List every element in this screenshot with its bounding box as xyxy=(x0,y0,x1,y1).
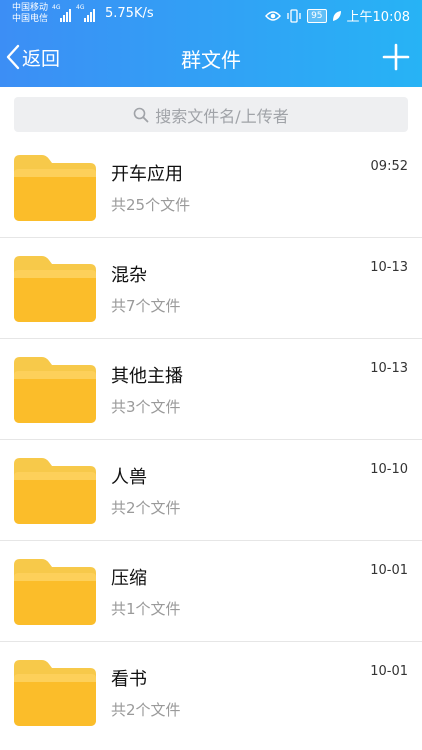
signal-icon-2: 4G xyxy=(76,4,95,22)
folder-time: 10-01 xyxy=(370,563,408,578)
folder-file-count: 共2个文件 xyxy=(111,499,181,517)
leaf-icon xyxy=(332,10,341,21)
folder-list: 开车应用 共25个文件 09:52 混杂 共7个文件 10-13 其他主播 共3… xyxy=(0,137,422,743)
battery-icon: 95 xyxy=(307,8,327,23)
folder-name: 压缩 xyxy=(111,568,147,589)
folder-file-count: 共7个文件 xyxy=(111,297,181,315)
folder-icon xyxy=(14,256,96,322)
folder-name: 看书 xyxy=(111,669,147,690)
folder-time: 10-13 xyxy=(370,361,408,376)
carrier-names: 中国移动 中国电信 xyxy=(12,3,48,25)
search-input[interactable]: 搜索文件名/上传者 xyxy=(14,97,408,132)
network-speed: 5.75K/s xyxy=(105,6,154,21)
top-bar: 中国移动 中国电信 4G 4G 5.75K/s 95 上午10:08 返回 群文… xyxy=(0,0,422,87)
carrier-2: 中国电信 xyxy=(12,14,49,24)
folder-icon xyxy=(14,155,96,221)
folder-file-count: 共25个文件 xyxy=(111,196,191,214)
folder-row[interactable]: 开车应用 共25个文件 09:52 xyxy=(0,137,422,238)
folder-row[interactable]: 人兽 共2个文件 10-10 xyxy=(0,440,422,541)
folder-row[interactable]: 压缩 共1个文件 10-01 xyxy=(0,541,422,642)
folder-row[interactable]: 看书 共2个文件 10-01 xyxy=(0,642,422,743)
folder-icon xyxy=(14,559,96,625)
folder-icon xyxy=(14,660,96,726)
folder-icon xyxy=(14,458,96,524)
folder-icon xyxy=(14,357,96,423)
status-right: 95 上午10:08 xyxy=(265,6,410,25)
folder-file-count: 共2个文件 xyxy=(111,701,181,719)
vibrate-icon xyxy=(287,8,301,23)
folder-name: 混杂 xyxy=(111,265,147,286)
folder-time: 09:52 xyxy=(370,159,408,174)
folder-file-count: 共1个文件 xyxy=(111,600,181,618)
folder-name: 人兽 xyxy=(111,467,147,488)
page-title: 群文件 xyxy=(181,48,241,72)
folder-time: 10-10 xyxy=(370,462,408,477)
plus-icon[interactable] xyxy=(382,43,410,71)
eye-icon xyxy=(265,10,282,21)
search-icon xyxy=(133,107,149,122)
folder-name: 其他主播 xyxy=(111,366,183,387)
folder-name: 开车应用 xyxy=(111,164,183,185)
search-placeholder: 搜索文件名/上传者 xyxy=(155,106,289,126)
folder-row[interactable]: 其他主播 共3个文件 10-13 xyxy=(0,339,422,440)
folder-file-count: 共3个文件 xyxy=(111,398,181,416)
folder-time: 10-13 xyxy=(370,260,408,275)
signal-1-label: 4G xyxy=(52,4,61,11)
clock: 上午10:08 xyxy=(346,10,410,25)
signal-2-label: 4G xyxy=(76,4,85,11)
folder-row[interactable]: 混杂 共7个文件 10-13 xyxy=(0,238,422,339)
nav-bar: 返回 群文件 xyxy=(0,30,422,87)
folder-time: 10-01 xyxy=(370,664,408,679)
status-bar: 中国移动 中国电信 4G 4G 5.75K/s 95 上午10:08 xyxy=(0,0,422,30)
carrier-1: 中国移动 xyxy=(12,3,49,13)
signal-icon-1: 4G xyxy=(52,4,71,22)
